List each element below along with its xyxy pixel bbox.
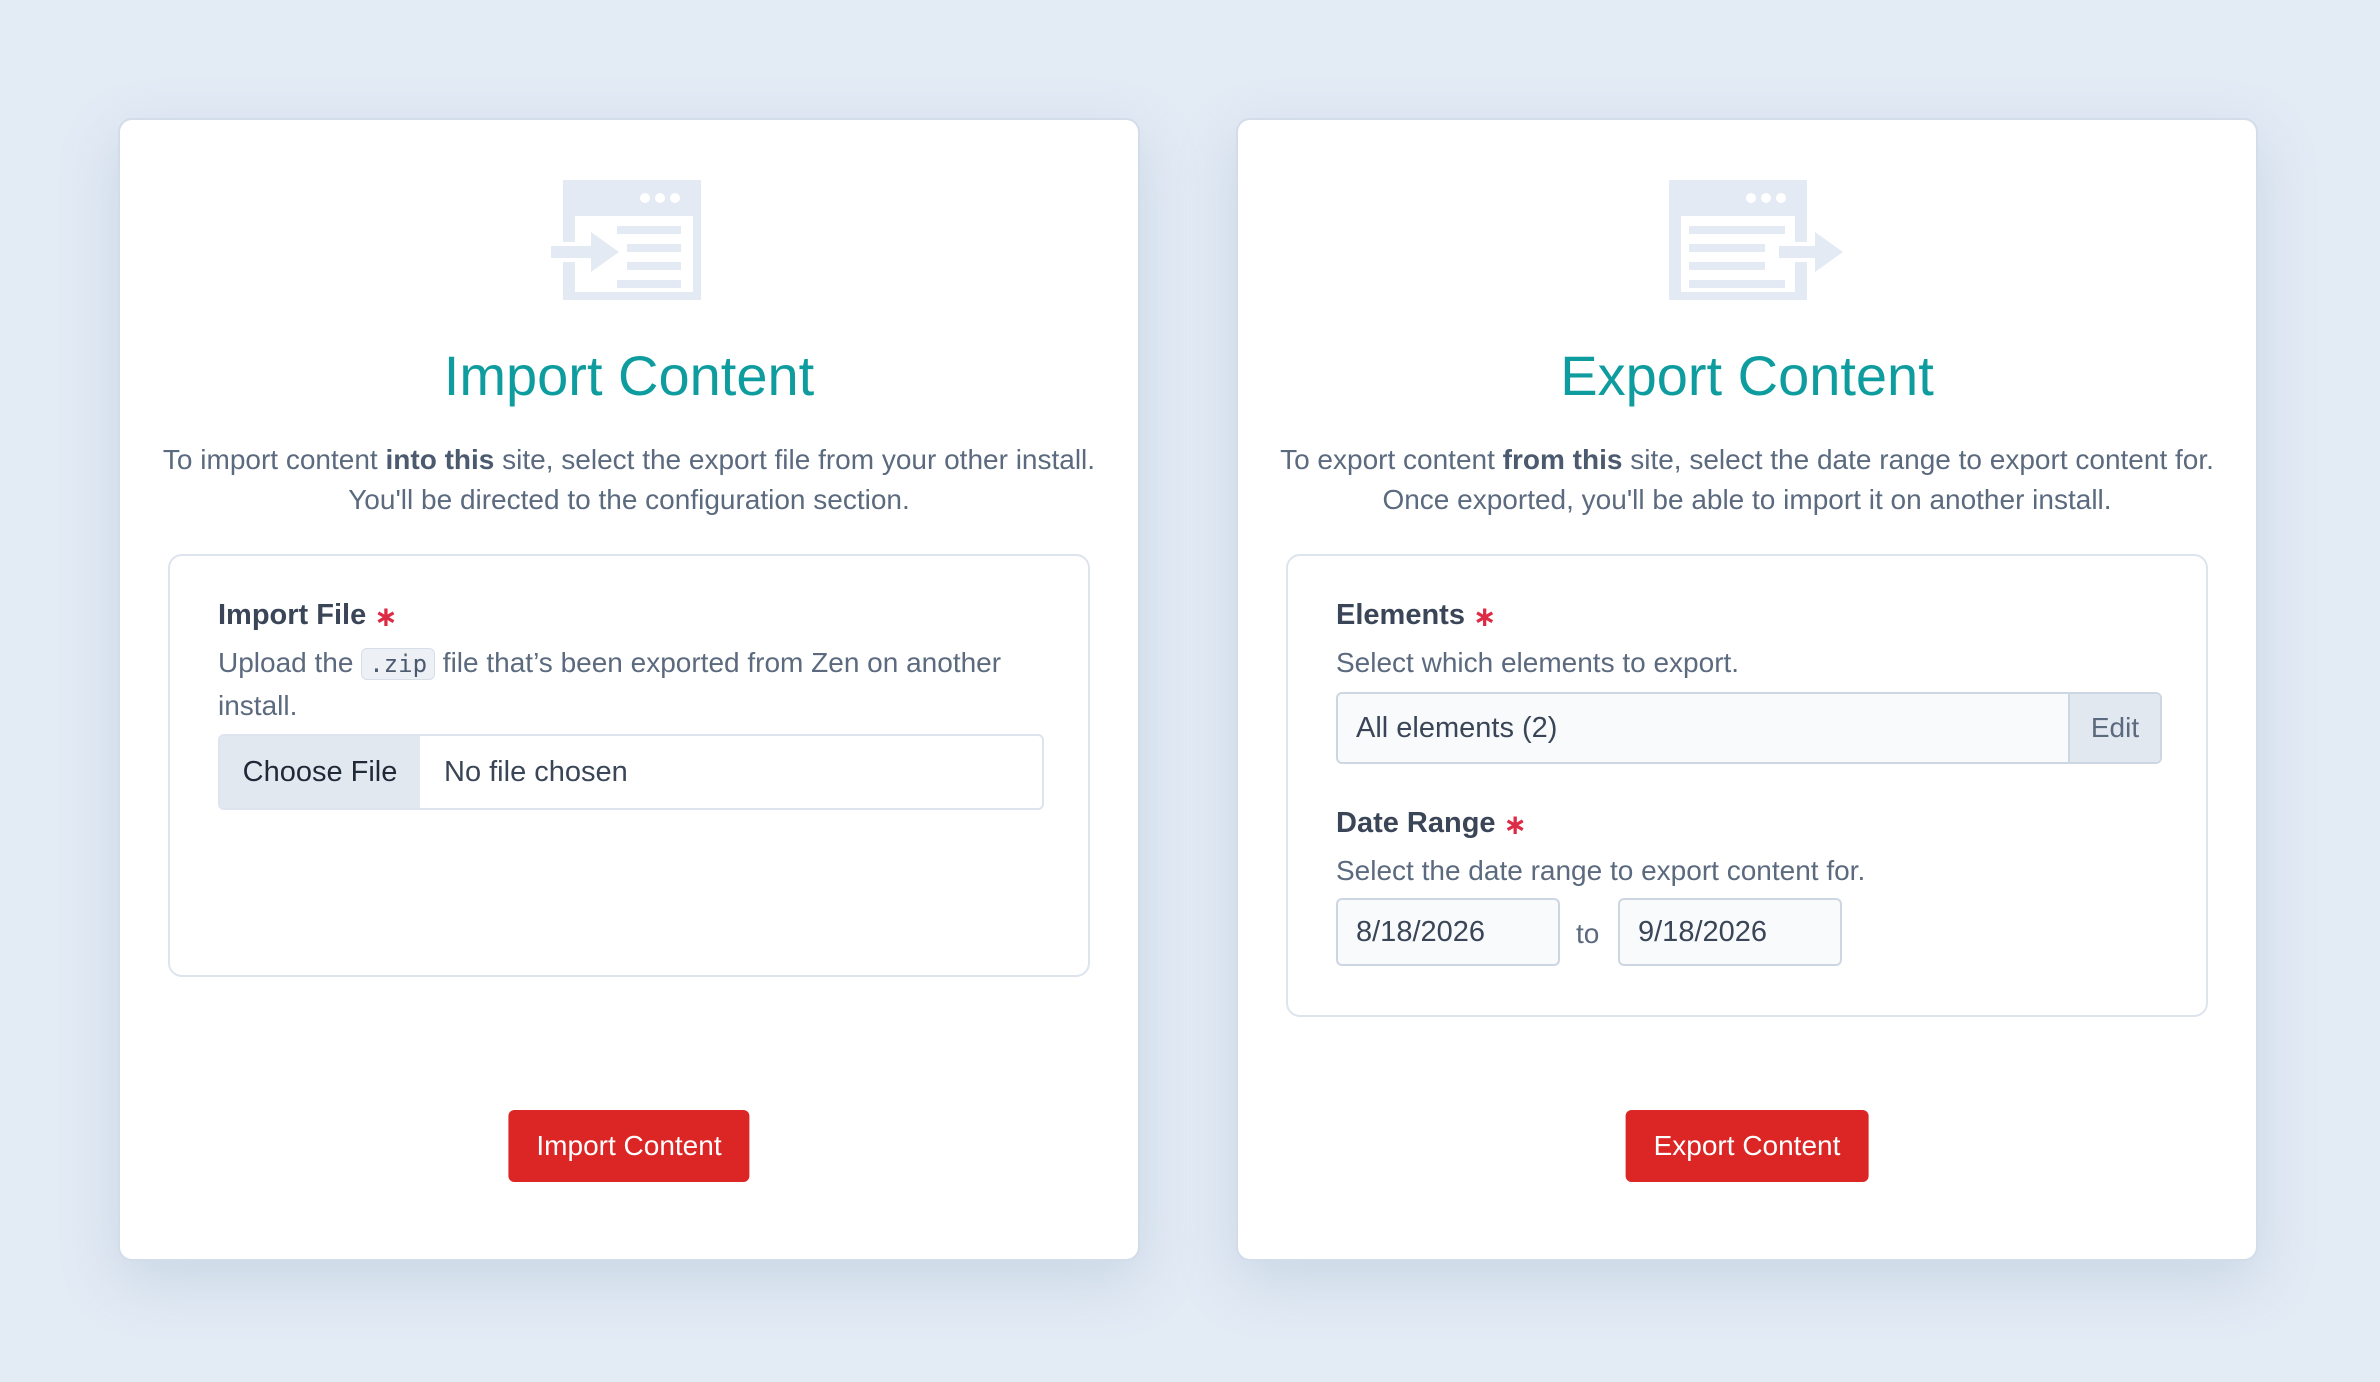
import-description-pre: To import content [162, 444, 386, 475]
required-asterisk: ∗ [1472, 601, 1497, 632]
export-title: Export Content [1560, 344, 1934, 407]
export-options-panel: Elements ∗ Select which elements to expor… [1286, 554, 2208, 1017]
import-description: To import content into this site, select… [160, 440, 1098, 520]
export-description-emphasis: from this [1502, 444, 1623, 475]
import-file-help: Upload the .zip file that’s been exporte… [218, 642, 1048, 727]
import-file-label: Import File ∗ [218, 598, 398, 632]
import-file-help-pre: Upload the [218, 647, 362, 678]
date-range-label: Date Range ∗ [1336, 806, 1527, 840]
elements-select-value[interactable]: All elements (2) [1338, 694, 2068, 762]
import-content-button[interactable]: Import Content [508, 1110, 750, 1182]
export-card: Export Content To export content from th… [1236, 118, 2258, 1261]
date-range-separator: to [1576, 918, 1600, 949]
required-asterisk: ∗ [1503, 809, 1528, 840]
end-date-input[interactable]: 9/18/2026 [1618, 898, 1842, 966]
date-range-label-text: Date Range [1336, 807, 1496, 839]
date-range-help: Select the date range to export content … [1336, 855, 1866, 886]
import-card: Import Content To import content into th… [118, 118, 1140, 1261]
elements-label: Elements ∗ [1336, 598, 1496, 632]
required-asterisk: ∗ [374, 601, 398, 632]
elements-select[interactable]: All elements (2) Edit [1336, 692, 2162, 764]
import-content-icon [547, 180, 701, 300]
choose-file-button[interactable]: Choose File [220, 736, 420, 808]
import-title: Import Content [443, 344, 815, 407]
file-status-text: No file chosen [444, 755, 628, 788]
elements-label-text: Elements [1336, 599, 1465, 631]
export-content-icon [1669, 180, 1849, 300]
export-content-button[interactable]: Export Content [1625, 1110, 1869, 1182]
import-file-panel: Import File ∗ Upload the .zip file that’s… [168, 554, 1090, 977]
import-file-input[interactable]: Choose File No file chosen [218, 734, 1044, 810]
start-date-input[interactable]: 8/18/2026 [1336, 898, 1560, 966]
import-description-emphasis: into this [385, 444, 495, 475]
export-description-pre: To export content [1280, 444, 1503, 475]
elements-help: Select which elements to export. [1336, 647, 1740, 678]
elements-edit-button[interactable]: Edit [2068, 694, 2160, 762]
zip-code-snippet: .zip [361, 648, 436, 680]
import-file-label-text: Import File [218, 599, 367, 631]
export-description: To export content from this site, select… [1278, 440, 2216, 520]
